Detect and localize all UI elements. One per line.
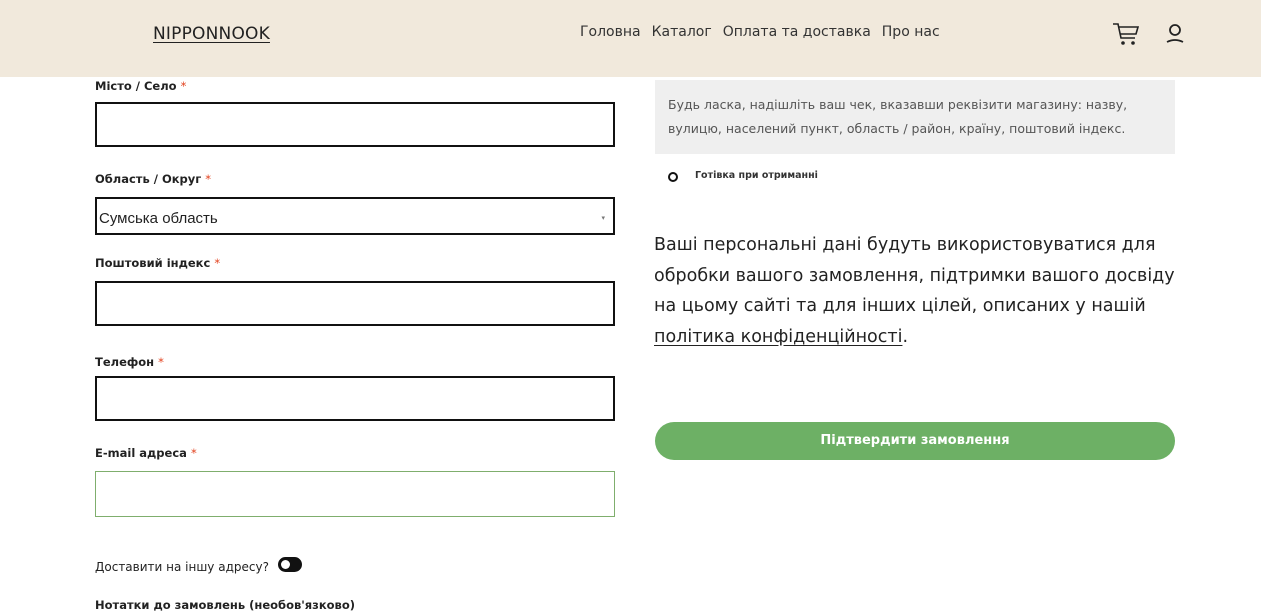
toggle-knob <box>281 560 290 569</box>
order-notes-label: Нотатки до замовлень (необов'язково) <box>95 598 355 612</box>
cash-on-delivery-radio[interactable] <box>668 172 678 182</box>
region-select[interactable]: Сумська область ▾ <box>95 197 615 235</box>
phone-label: Телефон * <box>95 355 164 369</box>
city-label: Місто / Село * <box>95 79 187 93</box>
confirm-order-button[interactable]: Підтвердити замовлення <box>655 422 1175 460</box>
region-select-value: Сумська область <box>99 210 218 227</box>
user-icon[interactable] <box>1164 22 1186 46</box>
chevron-down-icon: ▾ <box>601 214 605 222</box>
nav-item-about[interactable]: Про нас <box>882 24 940 40</box>
phone-input[interactable] <box>95 376 615 421</box>
nav-item-home[interactable]: Головна <box>580 24 641 40</box>
email-input[interactable] <box>95 471 615 517</box>
privacy-notice: Ваші персональні дані будуть використову… <box>654 235 1175 347</box>
payment-info-box: Будь ласка, надішліть ваш чек, вказавши … <box>655 80 1175 154</box>
ship-other-address-label: Доставити на іншу адресу? <box>95 560 269 574</box>
nav-item-catalog[interactable]: Каталог <box>652 24 712 40</box>
cash-on-delivery-label: Готівка при отриманні <box>695 170 818 181</box>
cart-icon[interactable] <box>1112 21 1140 47</box>
email-label: E-mail адреса * <box>95 446 197 460</box>
site-logo[interactable]: NIPPONNOOK <box>153 24 270 44</box>
city-input[interactable] <box>95 102 615 147</box>
nav-item-payment-delivery[interactable]: Оплата та доставка <box>723 24 871 40</box>
ship-other-address-toggle[interactable] <box>278 557 302 572</box>
privacy-policy-link[interactable]: політика конфіденційності <box>654 327 902 347</box>
postcode-label: Поштовий індекс * <box>95 256 221 270</box>
site-header: NIPPONNOOK Головна Каталог Оплата та дос… <box>0 0 1261 77</box>
main-nav: Головна Каталог Оплата та доставка Про н… <box>580 24 951 40</box>
region-label: Область / Округ * <box>95 172 212 186</box>
postcode-input[interactable] <box>95 281 615 326</box>
